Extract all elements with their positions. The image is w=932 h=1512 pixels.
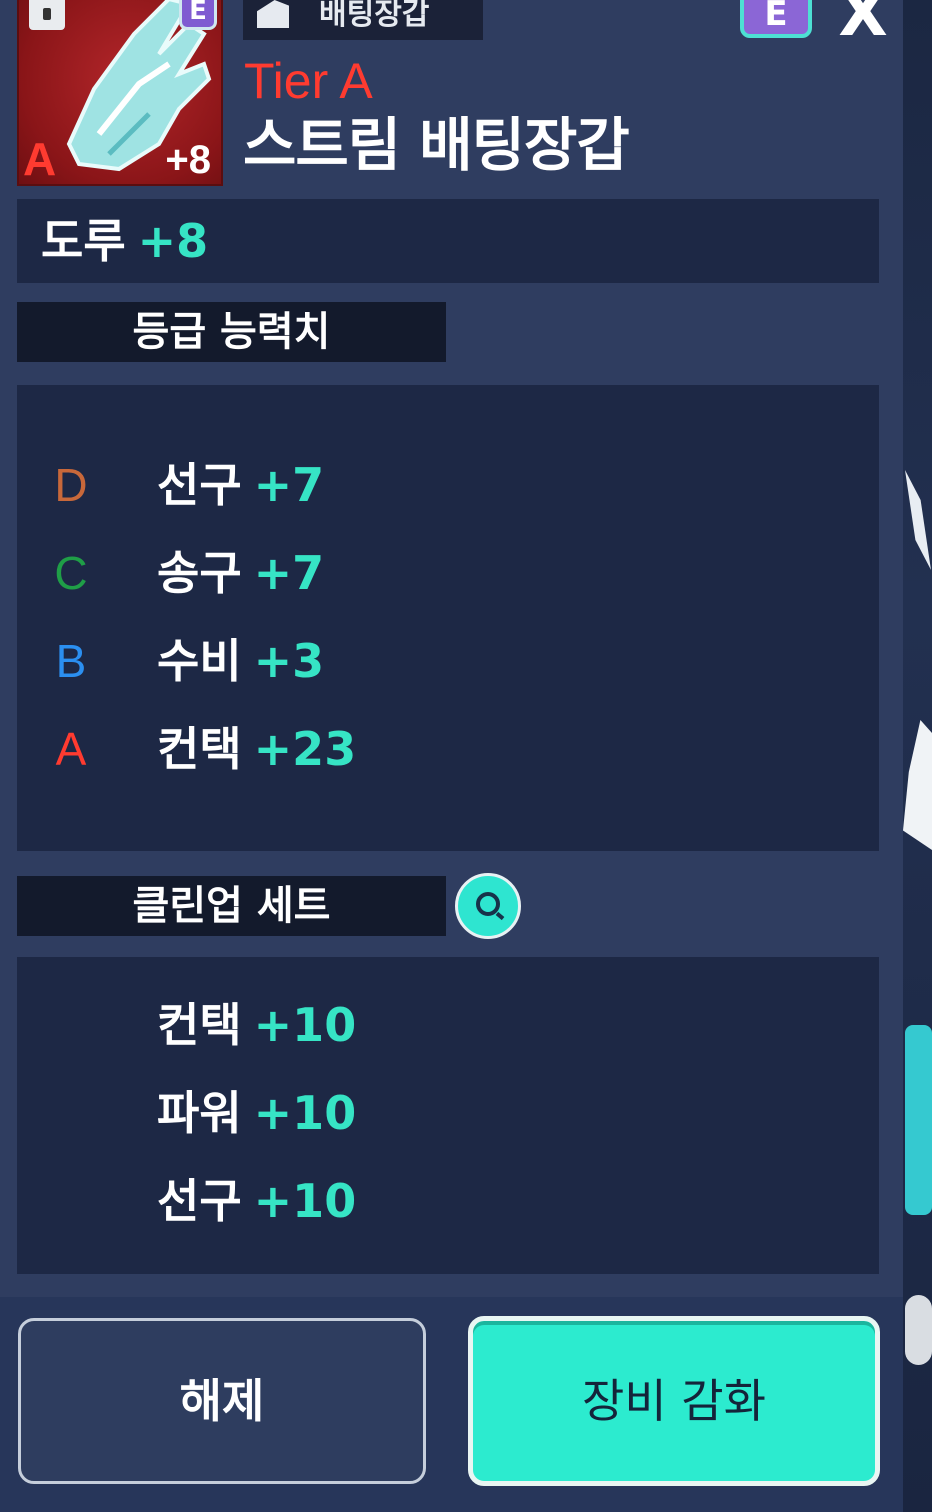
category-label: 배팅장갑: [319, 0, 430, 32]
set-stat-row: 선구 +10: [157, 1171, 356, 1231]
grade-letter-c: C: [54, 547, 88, 599]
set-stat-row: 파워 +10: [157, 1083, 356, 1143]
thumbnail-tier-letter: A: [23, 133, 57, 185]
set-bonus-panel: 컨택 +10 파워 +10 선구 +10: [17, 957, 879, 1274]
set-stat-name: 선구: [157, 1174, 242, 1228]
background-shape: [903, 720, 932, 850]
grade-letter-d: D: [54, 459, 88, 511]
set-stat-name: 파워: [157, 1086, 242, 1140]
set-bonus-header: 클린업 세트: [17, 876, 446, 936]
glove-icon: [257, 0, 289, 28]
grade-letter-b: B: [55, 635, 87, 687]
set-stat-value: +10: [253, 998, 357, 1052]
grade-stat-value: +23: [253, 722, 357, 776]
grade-stat-name: 컨택: [157, 722, 242, 776]
grade-stat: 송구 +7: [157, 543, 324, 603]
tier-label: Tier A: [244, 53, 373, 109]
background-scene: [903, 0, 932, 1512]
main-stat-bar: 도루 +8: [17, 199, 879, 283]
grade-stat-value: +3: [253, 634, 325, 688]
equipment-rank-badge: E: [179, 0, 217, 30]
grade-stat-name: 송구: [157, 546, 242, 600]
grade-stat-value: +7: [253, 458, 325, 512]
background-shape: [905, 1295, 932, 1365]
grade-row: C 송구 +7: [17, 543, 879, 603]
grade-row: A 컨택 +23: [17, 719, 879, 779]
equipment-detail-panel: E A +8 배팅장갑 Tier A 스트림 배팅장갑 E X 도루 +8 등급 …: [0, 0, 932, 1512]
set-stat-name: 컨택: [157, 998, 242, 1052]
unequip-button[interactable]: 해제: [18, 1318, 426, 1484]
background-shape: [905, 1025, 932, 1215]
grade-row: B 수비 +3: [17, 631, 879, 691]
thumbnail-level: +8: [165, 138, 211, 182]
set-info-button[interactable]: [455, 873, 521, 939]
main-stat-value: +8: [137, 214, 209, 268]
upgrade-equipment-button[interactable]: 장비 감화: [468, 1316, 880, 1486]
item-thumbnail[interactable]: E A +8: [17, 0, 223, 186]
grade-stat: 선구 +7: [157, 455, 324, 515]
grade-stat-value: +7: [253, 546, 325, 600]
grade-stats-panel: D 선구 +7 C 송구 +7 B 수비 +3 A 컨택 +23: [17, 385, 879, 851]
grade-row: D 선구 +7: [17, 455, 879, 515]
set-stat-value: +10: [253, 1086, 357, 1140]
close-button[interactable]: X: [830, 0, 896, 46]
grade-letter-a: A: [55, 723, 87, 775]
equipment-rank-badge-large: E: [740, 0, 812, 38]
grade-stat: 수비 +3: [157, 631, 324, 691]
set-stat-value: +10: [253, 1174, 357, 1228]
grade-stat-name: 선구: [157, 458, 242, 512]
grade-stats-header: 등급 능력치: [17, 302, 446, 362]
set-stat-row: 컨택 +10: [157, 995, 356, 1055]
grade-stat: 컨택 +23: [157, 719, 356, 779]
main-stat-name: 도루: [41, 214, 126, 268]
search-icon: [476, 892, 500, 916]
category-tag: 배팅장갑: [243, 0, 483, 40]
background-shape: [905, 470, 931, 570]
item-name: 스트림 배팅장갑: [243, 111, 630, 179]
grade-stat-name: 수비: [157, 634, 242, 688]
